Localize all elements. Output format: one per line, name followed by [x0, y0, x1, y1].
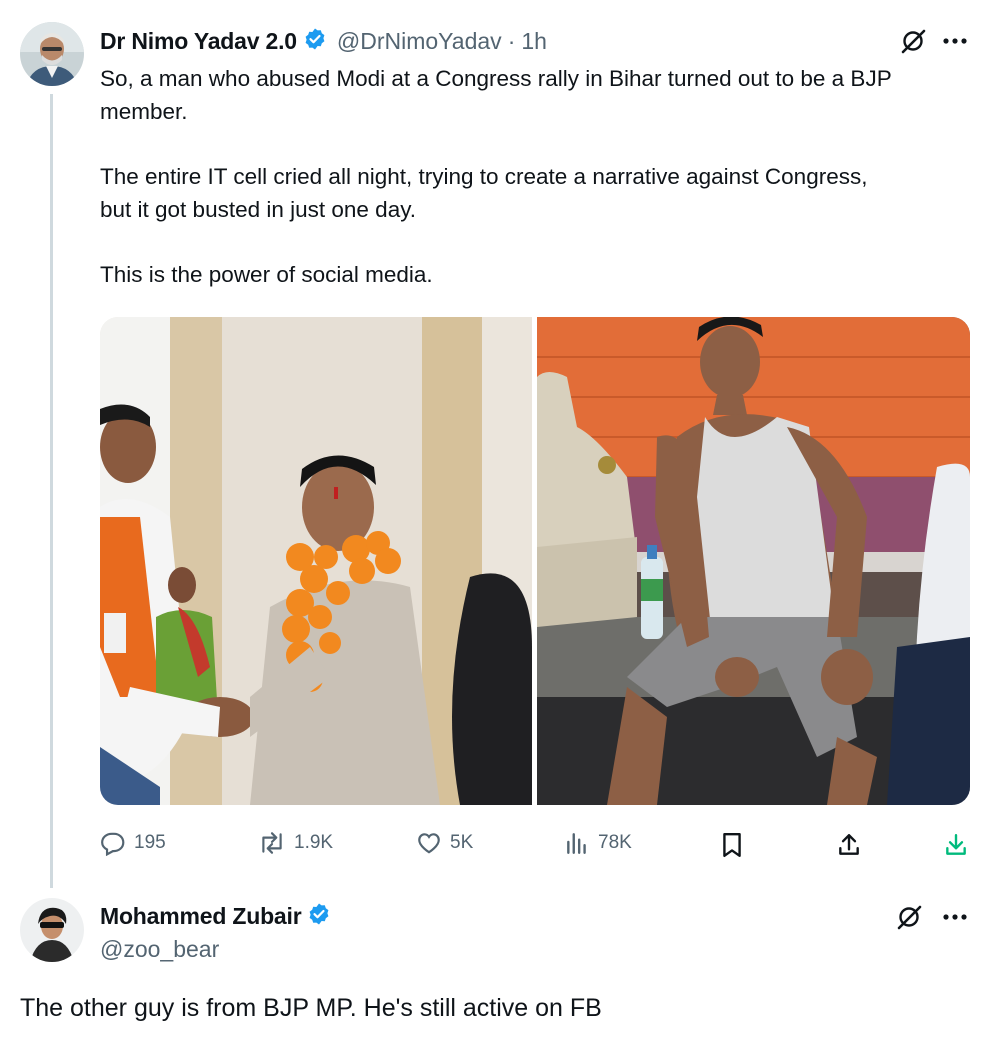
repost-icon: [258, 830, 286, 856]
author-handle[interactable]: @DrNimoYadav: [337, 28, 502, 55]
tweet-media[interactable]: [100, 317, 970, 805]
reply-button[interactable]: 195: [100, 830, 166, 856]
tweet-header: Dr Nimo Yadav 2.0 @DrNimoYadav · 1h: [100, 26, 547, 56]
bookmark-icon[interactable]: [718, 831, 746, 859]
like-icon: [416, 830, 442, 856]
reply-author-avatar[interactable]: [20, 898, 84, 962]
tweet-paragraph-1: So, a man who abused Modi at a Congress …: [100, 66, 892, 124]
download-icon[interactable]: [941, 830, 971, 860]
reply-author-handle[interactable]: @zoo_bear: [100, 936, 219, 963]
author-name[interactable]: Dr Nimo Yadav 2.0: [100, 28, 297, 55]
repost-count: 1.9K: [294, 832, 334, 853]
tweet-text: So, a man who abused Modi at a Congress …: [100, 62, 980, 291]
tweet-time[interactable]: 1h: [521, 28, 547, 55]
tweet-paragraph-3: This is the power of social media.: [100, 262, 433, 287]
views-button[interactable]: 78K: [564, 830, 632, 856]
tweet-paragraph-2: The entire IT cell cried all night, tryi…: [100, 164, 868, 222]
share-icon[interactable]: [834, 830, 864, 860]
media-photo-right[interactable]: [537, 317, 970, 805]
grok-icon[interactable]: [898, 26, 928, 56]
verified-badge-icon: [303, 27, 327, 56]
reply-icon: [100, 830, 126, 856]
more-icon[interactable]: [940, 904, 970, 930]
main-tweet: Dr Nimo Yadav 2.0 @DrNimoYadav · 1h So, …: [0, 0, 1004, 880]
more-icon[interactable]: [940, 28, 970, 54]
like-count: 5K: [450, 832, 474, 853]
header-separator: ·: [507, 27, 516, 54]
media-photo-left[interactable]: [100, 317, 532, 805]
repost-button[interactable]: 1.9K: [258, 830, 333, 856]
views-count: 78K: [598, 832, 632, 853]
grok-icon[interactable]: [894, 902, 924, 932]
reply-author-name[interactable]: Mohammed Zubair: [100, 903, 302, 930]
reply-tweet: Mohammed Zubair @zoo_bear The other guy …: [0, 880, 1004, 1046]
reply-text: The other guy is from BJP MP. He's still…: [20, 994, 602, 1022]
author-avatar[interactable]: [20, 22, 84, 86]
reply-count: 195: [134, 832, 166, 853]
verified-badge-icon: [307, 902, 331, 931]
like-button[interactable]: 5K: [416, 830, 473, 856]
views-icon: [564, 830, 590, 856]
reply-header: Mohammed Zubair: [100, 902, 341, 931]
